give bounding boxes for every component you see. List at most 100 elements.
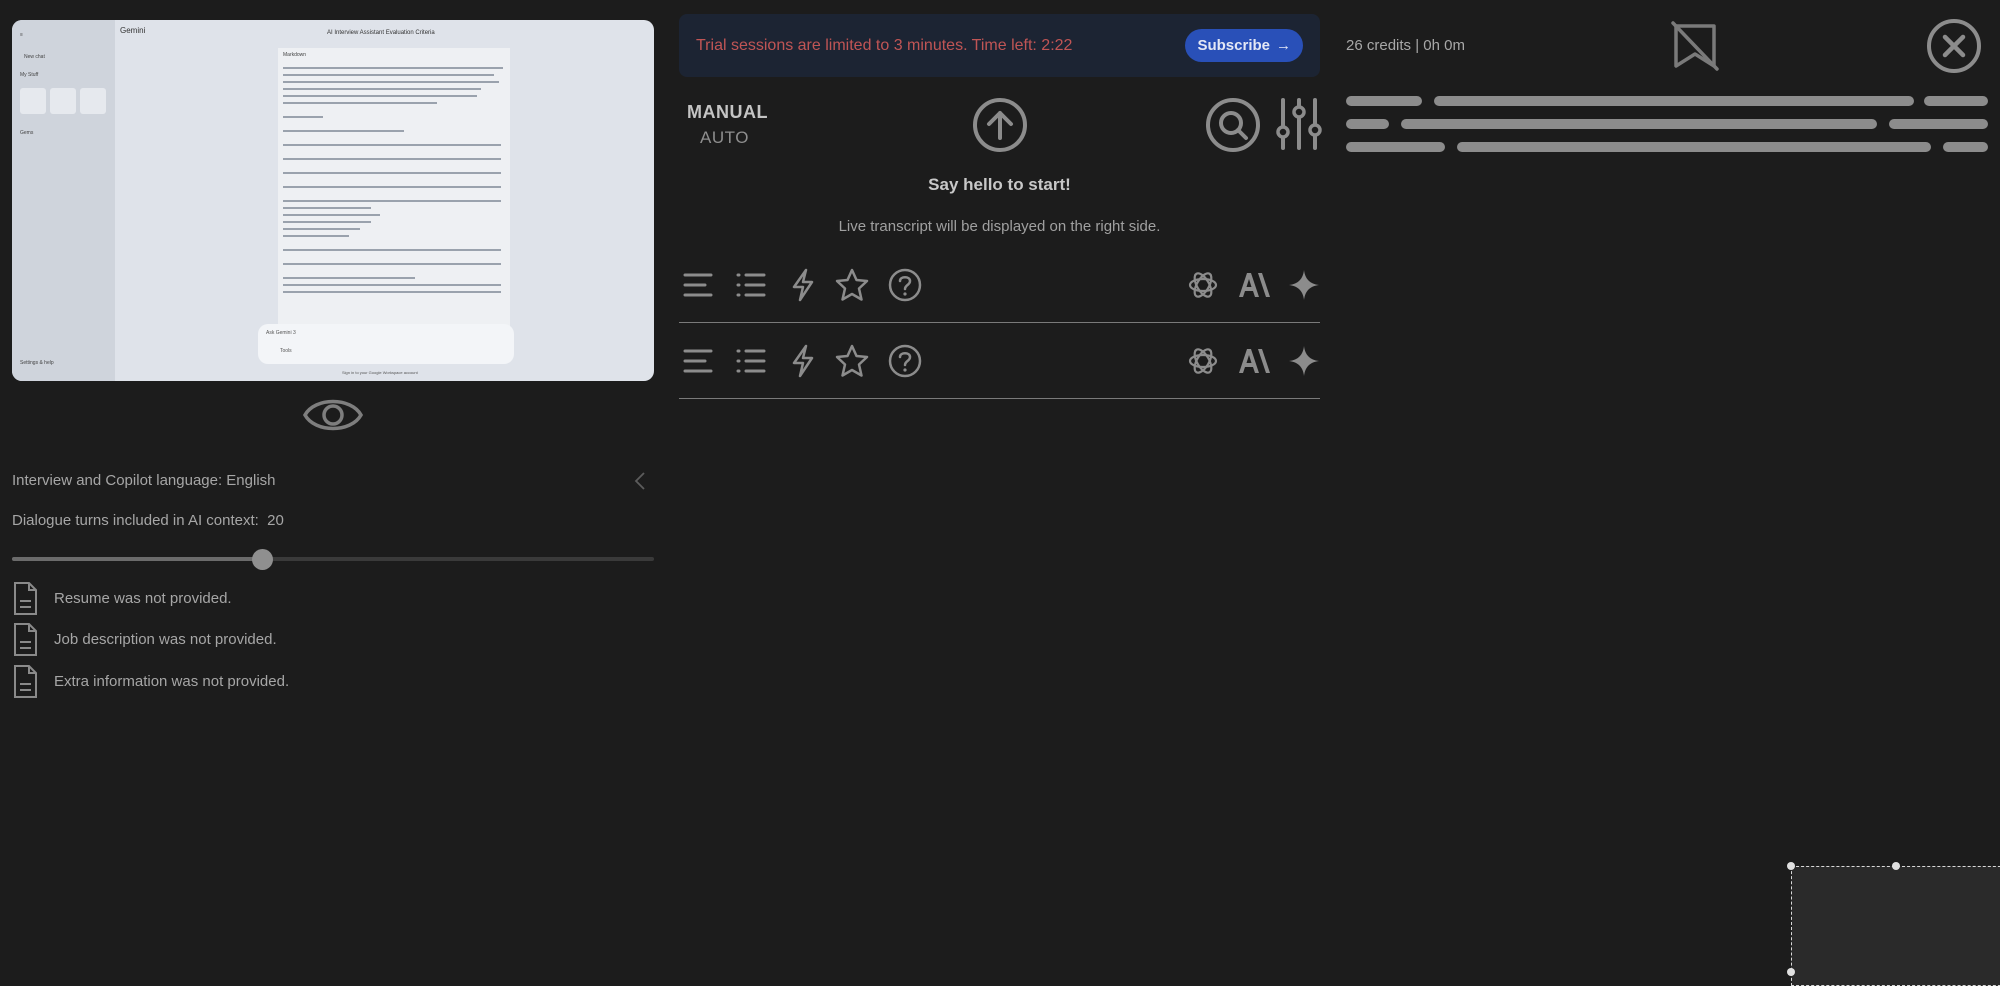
preview-chatbox: Ask Gemini 3 Tools bbox=[258, 324, 514, 364]
preview-text-line bbox=[283, 130, 404, 132]
skeleton-line bbox=[1401, 119, 1877, 129]
preview-thumb-2 bbox=[50, 88, 76, 114]
preview-text-line bbox=[283, 67, 503, 69]
preview-text-line bbox=[283, 284, 501, 286]
preview-doc-title: AI Interview Assistant Evaluation Criter… bbox=[327, 30, 435, 36]
mode-auto-option[interactable]: AUTO bbox=[700, 128, 749, 148]
hello-prompt: Say hello to start! bbox=[928, 175, 1071, 194]
resize-handle[interactable] bbox=[1892, 862, 1900, 870]
arrow-up-circle-icon[interactable] bbox=[972, 97, 1028, 153]
screen-share-preview: ≡ New chat My Stuff Gems Settings & help… bbox=[12, 20, 654, 381]
preview-text-line bbox=[283, 277, 415, 279]
preview-footer: Sign in to your Google Workspace account bbox=[342, 370, 418, 375]
extra-info-status: Extra information was not provided. bbox=[54, 673, 290, 690]
chevron-left-icon[interactable] bbox=[632, 471, 648, 491]
toolbar-row-2 bbox=[679, 323, 1320, 399]
preview-text-line bbox=[283, 228, 360, 230]
preview-thumb-1 bbox=[20, 88, 46, 114]
openai-icon[interactable] bbox=[1187, 269, 1219, 301]
resizable-overlay-box[interactable] bbox=[1787, 862, 2000, 986]
trial-banner: Trial sessions are limited to 3 minutes.… bbox=[679, 14, 1320, 77]
preview-chat-tools: Tools bbox=[280, 348, 292, 354]
resize-handle[interactable] bbox=[1787, 862, 1795, 870]
preview-sidebar: ≡ New chat My Stuff Gems Settings & help bbox=[12, 20, 115, 381]
resume-status: Resume was not provided. bbox=[54, 590, 232, 607]
skeleton-line bbox=[1346, 96, 1422, 106]
lightning-icon[interactable] bbox=[791, 344, 815, 378]
resize-handle[interactable] bbox=[1787, 968, 1795, 976]
star-icon[interactable] bbox=[835, 344, 869, 378]
preview-text-line bbox=[283, 74, 495, 76]
subscribe-label: Subscribe bbox=[1197, 37, 1270, 54]
preview-app-name: Gemini bbox=[120, 26, 146, 35]
preview-text-line bbox=[283, 291, 501, 293]
preview-text-line bbox=[283, 249, 501, 251]
document-icon bbox=[14, 582, 37, 615]
skeleton-line bbox=[1457, 142, 1931, 152]
credits-status: 26 credits | 0h 0m bbox=[1346, 37, 1465, 54]
arrow-right-icon: → bbox=[1276, 37, 1291, 54]
anthropic-icon[interactable] bbox=[1237, 271, 1273, 299]
toolbar-row-1 bbox=[679, 247, 1320, 323]
preview-text-line bbox=[283, 144, 501, 146]
preview-text-line bbox=[283, 81, 499, 83]
list-icon[interactable] bbox=[736, 272, 766, 298]
dialogue-turns-label: Dialogue turns included in AI context: bbox=[12, 512, 259, 529]
preview-text-line bbox=[283, 235, 349, 237]
preview-text-line bbox=[283, 221, 371, 223]
gemini-sparkle-icon[interactable] bbox=[1288, 345, 1320, 377]
chat-off-icon[interactable] bbox=[1670, 20, 1720, 72]
preview-new-chat: New chat bbox=[24, 54, 45, 60]
preview-text-line bbox=[283, 214, 380, 216]
transcript-hint: Live transcript will be displayed on the… bbox=[838, 218, 1161, 235]
preview-text-line bbox=[283, 116, 323, 118]
toggle-visibility-eye-icon[interactable] bbox=[302, 391, 364, 439]
preview-text-line bbox=[283, 200, 501, 202]
turns-slider-fill bbox=[12, 557, 263, 561]
preview-menu-icon: ≡ bbox=[20, 32, 23, 38]
skeleton-line bbox=[1924, 96, 1988, 106]
preview-thumb-3 bbox=[80, 88, 106, 114]
dialogue-turns-setting: Dialogue turns included in AI context: 2… bbox=[12, 512, 284, 529]
preview-text-line bbox=[283, 102, 437, 104]
help-icon[interactable] bbox=[888, 268, 922, 302]
job-description-status: Job description was not provided. bbox=[54, 631, 277, 648]
close-icon[interactable] bbox=[1926, 18, 1982, 74]
lines-icon[interactable] bbox=[683, 348, 713, 374]
lightning-icon[interactable] bbox=[791, 268, 815, 302]
star-icon[interactable] bbox=[835, 268, 869, 302]
resume-row[interactable]: Resume was not provided. bbox=[12, 581, 232, 616]
lines-icon[interactable] bbox=[683, 272, 713, 298]
preview-document: Markdown bbox=[278, 48, 510, 348]
skeleton-line bbox=[1346, 142, 1445, 152]
preview-text-line bbox=[283, 186, 501, 188]
language-setting[interactable]: Interview and Copilot language: English bbox=[12, 472, 276, 489]
document-icon bbox=[14, 623, 37, 656]
preview-text-line bbox=[283, 172, 501, 174]
skeleton-line bbox=[1346, 119, 1389, 129]
preview-text-line bbox=[283, 158, 501, 160]
turns-slider-thumb[interactable] bbox=[252, 549, 274, 570]
preview-my-stuff: My Stuff bbox=[20, 72, 39, 78]
sliders-icon[interactable] bbox=[1276, 96, 1322, 152]
extra-info-row[interactable]: Extra information was not provided. bbox=[12, 664, 289, 699]
trial-message: Trial sessions are limited to 3 minutes.… bbox=[696, 36, 1073, 54]
preview-text-line bbox=[283, 95, 477, 97]
preview-text-line bbox=[283, 263, 501, 265]
preview-gems: Gems bbox=[20, 130, 34, 136]
skeleton-line bbox=[1434, 96, 1914, 106]
document-icon bbox=[14, 665, 37, 698]
list-icon[interactable] bbox=[736, 348, 766, 374]
preview-text-line bbox=[283, 207, 371, 209]
skeleton-line bbox=[1889, 119, 1988, 129]
anthropic-icon[interactable] bbox=[1237, 347, 1273, 375]
subscribe-button[interactable]: Subscribe → bbox=[1185, 29, 1303, 62]
search-icon[interactable] bbox=[1205, 97, 1261, 153]
preview-settings: Settings & help bbox=[20, 360, 54, 366]
help-icon[interactable] bbox=[888, 344, 922, 378]
gemini-sparkle-icon[interactable] bbox=[1288, 269, 1320, 301]
openai-icon[interactable] bbox=[1187, 345, 1219, 377]
mode-manual-option[interactable]: MANUAL bbox=[687, 102, 768, 123]
job-description-row[interactable]: Job description was not provided. bbox=[12, 622, 277, 657]
preview-chat-placeholder: Ask Gemini 3 bbox=[266, 330, 296, 336]
